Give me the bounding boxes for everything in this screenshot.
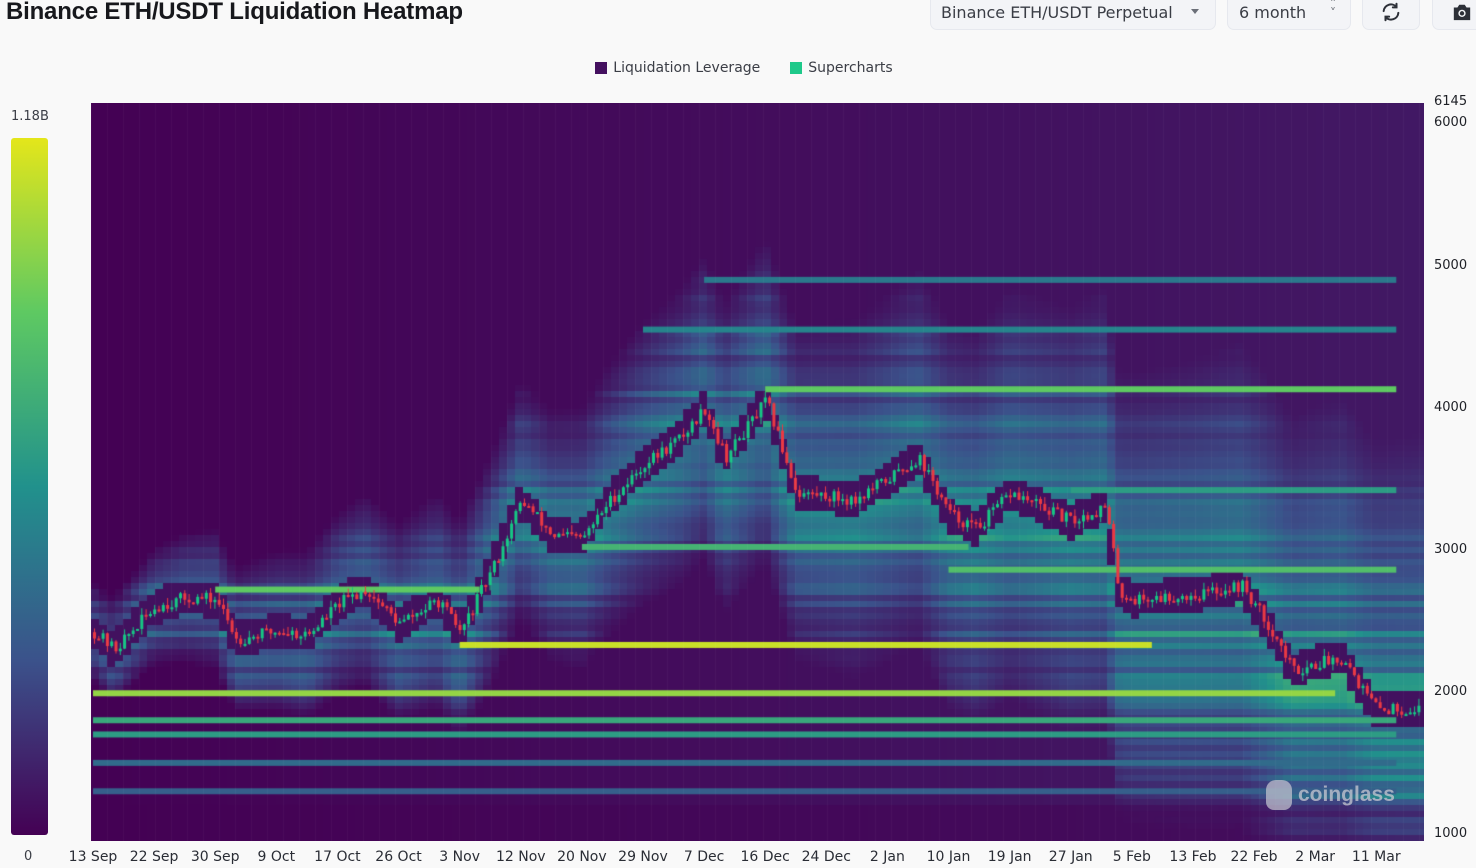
- coinglass-watermark: coinglass: [1266, 780, 1395, 810]
- coinglass-logo-icon: [1266, 780, 1292, 810]
- chart-legend: Liquidation Leverage Supercharts: [0, 60, 1476, 76]
- legend-item-supercharts[interactable]: Supercharts: [790, 60, 893, 76]
- color-scale-max: 1.18B: [11, 109, 49, 124]
- refresh-button[interactable]: [1362, 0, 1420, 30]
- y-tick-label: 5000: [1434, 257, 1468, 273]
- y-tick-label: 4000: [1434, 399, 1468, 415]
- camera-icon: [1453, 4, 1471, 21]
- x-tick-label: 3 Nov: [439, 849, 480, 865]
- x-tick-label: 2 Mar: [1295, 849, 1336, 865]
- y-tick-label: 3000: [1434, 541, 1468, 557]
- x-tick-label: 26 Oct: [375, 849, 422, 865]
- pair-select-value: Binance ETH/USDT Perpetual: [941, 2, 1173, 22]
- refresh-icon: [1382, 2, 1400, 22]
- x-tick-label: 5 Feb: [1112, 849, 1151, 865]
- y-tick-label: 1000: [1434, 825, 1468, 841]
- x-tick-label: 16 Dec: [740, 849, 790, 865]
- legend-label: Supercharts: [808, 60, 893, 76]
- pair-select[interactable]: Binance ETH/USDT Perpetual: [930, 0, 1216, 30]
- x-tick-label: 22 Feb: [1230, 849, 1278, 865]
- color-scale-min: 0: [24, 849, 33, 864]
- x-tick-label: 24 Dec: [801, 849, 851, 865]
- legend-item-liquidation-leverage[interactable]: Liquidation Leverage: [595, 60, 760, 76]
- chevron-down-icon: [1191, 9, 1199, 14]
- screenshot-button[interactable]: [1432, 0, 1476, 30]
- x-tick-label: 13 Feb: [1169, 849, 1217, 865]
- x-tick-label: 13 Sep: [68, 849, 118, 865]
- y-tick-label: 2000: [1434, 683, 1468, 699]
- x-tick-label: 12 Nov: [495, 849, 546, 865]
- x-tick-label: 2 Jan: [869, 849, 905, 865]
- legend-swatch: [790, 62, 803, 74]
- watermark-text: coinglass: [1298, 783, 1395, 806]
- x-tick-label: 19 Jan: [987, 849, 1032, 865]
- x-tick-label: 30 Sep: [190, 849, 240, 865]
- x-tick-label: 22 Sep: [129, 849, 179, 865]
- range-select[interactable]: 6 month ˄ ˅: [1227, 0, 1351, 30]
- color-scale-bar: [11, 138, 48, 835]
- up-down-icon: ˄ ˅: [1330, 0, 1336, 20]
- y-tick-label: 6000: [1434, 115, 1468, 130]
- x-tick-label: 17 Oct: [314, 849, 361, 865]
- range-select-value: 6 month: [1239, 2, 1307, 22]
- x-tick-label: 29 Nov: [618, 849, 668, 865]
- x-tick-label: 11 Mar: [1351, 849, 1401, 865]
- x-tick-label: 27 Jan: [1048, 849, 1093, 865]
- x-tick-label: 10 Jan: [926, 849, 971, 865]
- page-title: Binance ETH/USDT Liquidation Heatmap: [6, 0, 463, 25]
- legend-label: Liquidation Leverage: [613, 60, 761, 76]
- legend-swatch: [595, 62, 608, 74]
- x-tick-label: 20 Nov: [557, 849, 607, 865]
- y-tick-label: 6145: [1434, 94, 1468, 109]
- x-tick-label: 7 Dec: [683, 849, 725, 865]
- liquidation-heatmap-canvas[interactable]: [91, 103, 1424, 841]
- x-tick-label: 9 Oct: [257, 849, 296, 865]
